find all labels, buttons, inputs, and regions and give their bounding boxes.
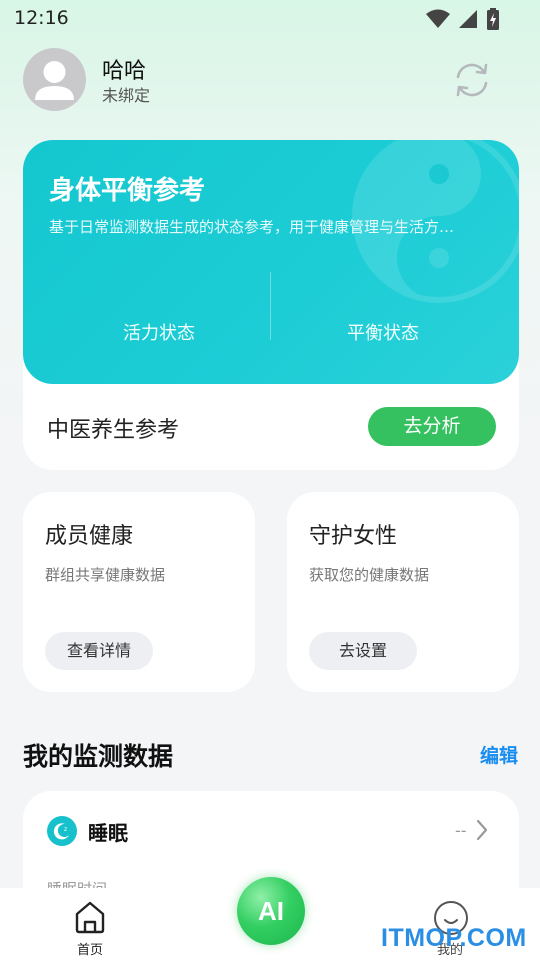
status-icons <box>426 8 500 30</box>
avatar[interactable] <box>23 48 86 111</box>
member-health-title: 成员健康 <box>45 524 134 549</box>
profile-name: 哈哈 <box>102 59 147 84</box>
wifi-icon <box>426 9 450 28</box>
ai-assistant-button[interactable]: AI <box>237 877 305 945</box>
nav-home-label[interactable]: 首页 <box>77 939 103 958</box>
profile-bind-status: 未绑定 <box>102 86 151 105</box>
home-icon[interactable] <box>74 900 106 934</box>
member-health-subtitle: 群组共享健康数据 <box>45 566 166 584</box>
battery-icon <box>487 8 499 30</box>
status-bar: 12:16 <box>0 0 540 36</box>
women-care-title: 守护女性 <box>309 524 398 549</box>
balance-section: 身体平衡参考 基于日常监测数据生成的状态参考，用于健康管理与生活方… 活力状态 … <box>23 140 519 470</box>
sleep-title: 睡眠 <box>88 821 128 845</box>
balance-title: 身体平衡参考 <box>49 176 206 206</box>
women-care-subtitle: 获取您的健康数据 <box>309 566 430 584</box>
chevron-right-icon <box>476 819 488 841</box>
tcm-reference-label: 中医养生参考 <box>47 418 180 443</box>
balance-card[interactable]: 身体平衡参考 基于日常监测数据生成的状态参考，用于健康管理与生活方… 活力状态 … <box>23 140 519 384</box>
women-care-card[interactable]: 守护女性 获取您的健康数据 去设置 <box>287 492 519 692</box>
vitality-status-label: 活力状态 <box>123 323 195 344</box>
signal-icon <box>459 10 477 28</box>
analyze-button[interactable]: 去分析 <box>368 407 496 446</box>
sleep-value: -- <box>455 821 467 840</box>
status-time: 12:16 <box>14 7 69 29</box>
balance-status-label: 平衡状态 <box>347 323 419 344</box>
refresh-icon[interactable] <box>452 60 492 100</box>
go-settings-button[interactable]: 去设置 <box>309 632 417 670</box>
member-health-card[interactable]: 成员健康 群组共享健康数据 查看详情 <box>23 492 255 692</box>
user-avatar-icon <box>35 61 74 100</box>
watermark: ITMOP.COM <box>381 924 527 952</box>
monitoring-section-title: 我的监测数据 <box>23 742 174 771</box>
edit-button[interactable]: 编辑 <box>480 741 518 768</box>
sleep-moon-icon: z <box>47 816 77 846</box>
balance-description: 基于日常监测数据生成的状态参考，用于健康管理与生活方… <box>49 218 455 236</box>
svg-text:z: z <box>64 826 67 833</box>
view-details-button[interactable]: 查看详情 <box>45 632 153 670</box>
